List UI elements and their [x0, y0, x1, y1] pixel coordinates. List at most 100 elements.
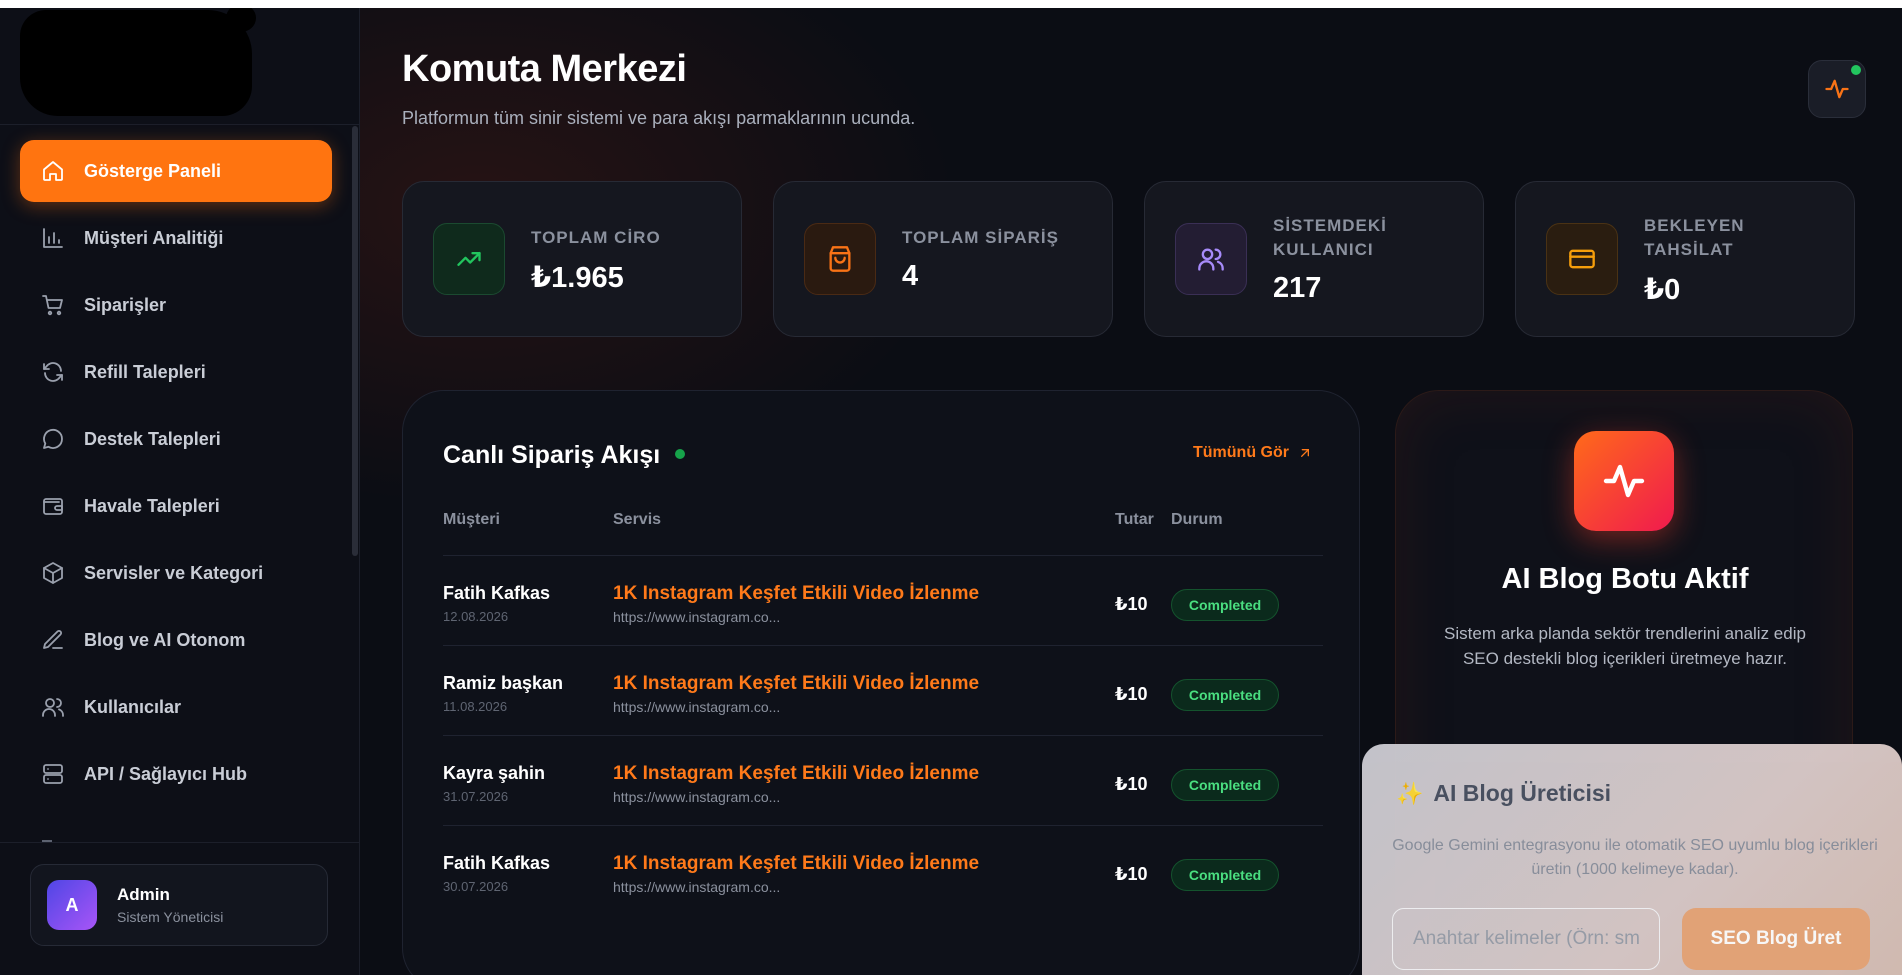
order-amount: ₺10: [1115, 594, 1148, 614]
live-indicator: [675, 449, 685, 459]
sidebar-item-transfer-requests[interactable]: Havale Talepleri: [20, 475, 332, 537]
seo-blog-generate-button[interactable]: SEO Blog Üret: [1682, 908, 1870, 970]
sidebar-item-customer-analytics[interactable]: Müşteri Analitiği: [20, 207, 332, 269]
column-header-amount: Tutar: [1115, 511, 1154, 528]
stat-card-revenue: TOPLAM CİRO ₺1.965: [402, 181, 742, 337]
sidebar-item-label: Müşteri Analitiği: [84, 227, 224, 248]
sidebar: Gösterge Paneli Müşteri Analitiği Sipari…: [0, 8, 360, 975]
wallet-icon: [40, 493, 66, 519]
generator-title: ✨ AI Blog Üreticisi: [1396, 780, 1611, 807]
stat-label: TOPLAM SİPARİŞ: [902, 228, 1059, 247]
users-icon: [40, 694, 66, 720]
admin-role: Sistem Yöneticisi: [117, 909, 224, 925]
service-name[interactable]: 1K Instagram Keşfet Etkili Video İzlenme: [613, 673, 979, 695]
generator-description: Google Gemini entegrasyonu ile otomatik …: [1392, 837, 1878, 878]
sidebar-item-label: Havale Talepleri: [84, 495, 220, 516]
sidebar-item-refill-requests[interactable]: Refill Talepleri: [20, 341, 332, 403]
sidebar-scrollbar[interactable]: [352, 126, 358, 556]
customer-name: Fatih Kafkas: [443, 583, 551, 603]
service-name[interactable]: 1K Instagram Keşfet Etkili Video İzlenme: [613, 583, 979, 605]
page-subtitle: Platformun tüm sinir sistemi ve para akı…: [402, 108, 916, 128]
home-icon: [40, 158, 66, 184]
table-row[interactable]: Ramiz başkan 11.08.2026 1K Instagram Keş…: [443, 645, 1323, 735]
table-row[interactable]: Kayra şahin 31.07.2026 1K Instagram Keşf…: [443, 735, 1323, 825]
stat-card-orders: TOPLAM SİPARİŞ 4: [773, 181, 1113, 337]
sparkles-icon: ✨: [1396, 780, 1424, 806]
order-amount: ₺10: [1115, 864, 1148, 884]
chat-bubble-icon: [40, 426, 66, 452]
customer-name: Fatih Kafkas: [443, 853, 551, 873]
logo-area: [0, 8, 360, 125]
stat-label: TOPLAM CİRO: [531, 228, 661, 247]
sidebar-item-label: Servisler ve Kategori: [84, 562, 264, 583]
order-amount: ₺10: [1115, 774, 1148, 794]
avatar: A: [47, 880, 97, 930]
service-name[interactable]: 1K Instagram Keşfet Etkili Video İzlenme: [613, 853, 979, 875]
refresh-icon: [40, 359, 66, 385]
order-date: 11.08.2026: [443, 699, 508, 714]
sidebar-item-label: Siparişler: [84, 294, 167, 315]
redacted-logo: [20, 8, 256, 116]
sidebar-item-dashboard[interactable]: Gösterge Paneli: [20, 140, 332, 202]
sidebar-item-orders[interactable]: Siparişler: [20, 274, 332, 336]
shopping-bag-icon: [804, 223, 876, 295]
service-url: https://www.instagram.co...: [613, 789, 781, 805]
admin-name: Admin: [117, 885, 170, 904]
sidebar-item-label: API / Sağlayıcı Hub: [84, 763, 248, 784]
keywords-input[interactable]: [1392, 908, 1660, 970]
ai-card-title: AI Blog Botu Aktif: [1501, 563, 1749, 595]
cart-icon: [40, 292, 66, 318]
service-name[interactable]: 1K Instagram Keşfet Etkili Video İzlenme: [613, 763, 979, 785]
see-all-link[interactable]: Tümünü Gör: [1193, 444, 1313, 462]
online-indicator: [1851, 65, 1861, 75]
divider: [0, 842, 360, 843]
column-header-customer: Müşteri: [443, 511, 500, 528]
customer-name: Kayra şahin: [443, 763, 546, 783]
column-header-service: Servis: [613, 511, 662, 528]
stat-value: ₺0: [1644, 274, 1681, 306]
status-badge: Completed: [1171, 859, 1279, 891]
bar-chart-icon: [40, 225, 66, 251]
order-date: 30.07.2026: [443, 879, 509, 894]
system-status-button[interactable]: [1808, 60, 1866, 118]
stat-value: 4: [902, 260, 919, 292]
arrow-up-right-icon: [1300, 449, 1309, 457]
table-row[interactable]: Fatih Kafkas 12.08.2026 1K Instagram Keş…: [443, 555, 1323, 645]
stat-card-users: SİSTEMDEKİ KULLANICI 217: [1144, 181, 1484, 337]
service-url: https://www.instagram.co...: [613, 699, 781, 715]
activity-icon: [1574, 431, 1674, 531]
stats-row: TOPLAM CİRO ₺1.965 TOPLAM SİPARİŞ 4 SİST…: [402, 181, 1862, 339]
stat-value: ₺1.965: [531, 262, 624, 294]
stat-card-pending-collection: BEKLEYEN TAHSİLAT ₺0: [1515, 181, 1855, 337]
service-url: https://www.instagram.co...: [613, 879, 781, 895]
server-icon: [40, 761, 66, 787]
order-date: 12.08.2026: [443, 609, 509, 624]
sidebar-item-users[interactable]: Kullanıcılar: [20, 676, 332, 738]
app-window: Gösterge Paneli Müşteri Analitiği Sipari…: [0, 8, 1902, 975]
sidebar-item-label: Blog ve AI Otonom: [84, 629, 246, 650]
ai-blog-generator-panel: ✨ AI Blog Üreticisi Google Gemini entegr…: [1362, 744, 1902, 975]
sidebar-item-support-requests[interactable]: Destek Talepleri: [20, 408, 332, 470]
sidebar-item-api-provider-hub[interactable]: API / Sağlayıcı Hub: [20, 743, 332, 805]
admin-profile-card[interactable]: A Admin Sistem Yöneticisi: [30, 864, 328, 946]
panel-title: Canlı Sipariş Akışı: [443, 441, 661, 469]
status-badge: Completed: [1171, 679, 1279, 711]
see-all-label: Tümünü Gör: [1193, 444, 1289, 461]
sidebar-item-blog-ai[interactable]: Blog ve AI Otonom: [20, 609, 332, 671]
sidebar-nav: Gösterge Paneli Müşteri Analitiği Sipari…: [20, 140, 332, 810]
table-row[interactable]: Fatih Kafkas 30.07.2026 1K Instagram Keş…: [443, 825, 1323, 915]
users-icon: [1175, 223, 1247, 295]
order-amount: ₺10: [1115, 684, 1148, 704]
activity-icon: [1825, 79, 1849, 99]
order-date: 31.07.2026: [443, 789, 509, 804]
sidebar-item-label: Refill Talepleri: [84, 361, 206, 382]
table-header: Müşteri Servis Tutar Durum: [443, 511, 1323, 531]
ai-card-description: Sistem arka planda sektör trendlerini an…: [1444, 624, 1806, 668]
sidebar-item-label: Destek Talepleri: [84, 428, 221, 449]
service-url: https://www.instagram.co...: [613, 609, 781, 625]
sidebar-item-label: Kullanıcılar: [84, 696, 182, 717]
column-header-status: Durum: [1171, 511, 1223, 528]
sidebar-item-services-categories[interactable]: Servisler ve Kategori: [20, 542, 332, 604]
sidebar-overflow-item: [20, 836, 340, 850]
customer-name: Ramiz başkan: [443, 673, 564, 693]
